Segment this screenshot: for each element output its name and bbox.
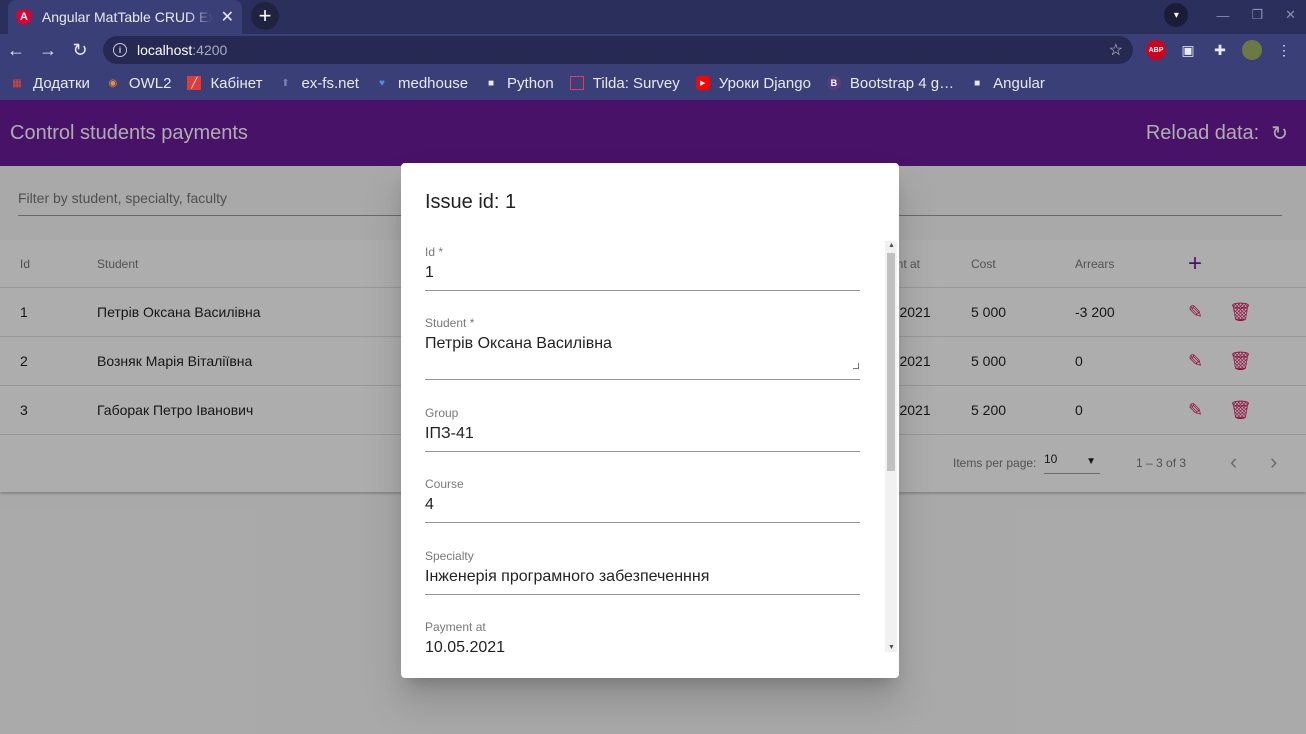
bookmark-apps[interactable]: ▦ Додатки: [10, 75, 90, 92]
student-value[interactable]: Петрів Оксана Василівна: [425, 335, 860, 353]
minimize-icon[interactable]: —: [1216, 8, 1229, 23]
forward-icon[interactable]: →: [32, 34, 64, 66]
edit-issue-dialog: Issue id: 1 Id * 1 Student * Петрів Окса…: [401, 163, 899, 678]
extensions-puzzle-icon[interactable]: ✚: [1210, 40, 1230, 60]
field-underline: [425, 379, 860, 380]
window-controls: ▾ — ❐ ✕: [1164, 0, 1296, 30]
specialty-value[interactable]: Інженерія програмного забезпеченння: [425, 568, 860, 586]
browser-toolbar: ← → ↻ i localhost:4200 ☆ ABP ▣ ✚ ⋮: [0, 34, 1306, 66]
bookmark-bootstrap[interactable]: B Bootstrap 4 g…: [826, 74, 955, 92]
adblock-icon[interactable]: ABP: [1146, 40, 1166, 60]
folder-icon: ■: [488, 77, 495, 89]
arrow-up-icon: ⬆: [281, 77, 290, 89]
apps-grid-icon: ▦: [12, 77, 22, 89]
resize-handle-icon[interactable]: [853, 363, 859, 369]
url-port: :4200: [192, 42, 228, 58]
media-icon[interactable]: ▣: [1178, 40, 1198, 60]
id-field[interactable]: Id * 1: [425, 245, 860, 291]
scroll-thumb[interactable]: [887, 253, 895, 471]
url-text: localhost:4200: [137, 42, 227, 58]
dialog-title: Issue id: 1: [425, 191, 517, 213]
bookmark-owl2[interactable]: ◉ OWL2: [106, 75, 172, 92]
youtube-icon: ▶: [695, 76, 710, 90]
close-window-icon[interactable]: ✕: [1285, 7, 1296, 23]
id-value[interactable]: 1: [425, 264, 860, 282]
bookmark-cabinet[interactable]: ╱ Кабінет: [187, 75, 262, 92]
bookmark-medhouse[interactable]: ♥ medhouse: [375, 75, 468, 92]
bookmark-label: medhouse: [397, 74, 469, 92]
angular-favicon-icon: A: [16, 9, 32, 25]
cabinet-icon: ╱: [187, 76, 202, 90]
bookmark-label: Bootstrap 4 g…: [849, 74, 955, 92]
group-label: Group: [425, 406, 459, 420]
heart-icon: ♥: [379, 77, 385, 89]
field-underline: [425, 594, 860, 595]
field-underline: [425, 290, 860, 291]
owl-icon: ◉: [108, 77, 118, 89]
course-label: Course: [425, 477, 464, 491]
bookmark-label: Tilda: Survey: [592, 74, 680, 92]
site-info-icon[interactable]: i: [113, 43, 127, 57]
dialog-content: Id * 1 Student * Петрів Оксана Василівна…: [401, 241, 899, 652]
course-value[interactable]: 4: [425, 496, 860, 514]
bootstrap-icon: B: [826, 76, 841, 90]
payment-at-field[interactable]: Payment at 10.05.2021: [425, 620, 860, 652]
maximize-icon[interactable]: ❐: [1251, 7, 1263, 23]
course-field[interactable]: Course 4: [425, 477, 860, 523]
folder-icon: ■: [974, 77, 981, 89]
bookmark-label: Angular: [993, 74, 1045, 92]
bookmark-angular[interactable]: ■ Angular: [970, 75, 1045, 92]
dialog-scrollbar[interactable]: ▲ ▼: [885, 241, 897, 652]
bookmark-exfs[interactable]: ⬆ ex-fs.net: [278, 75, 359, 92]
scroll-up-icon[interactable]: ▲: [888, 242, 895, 249]
close-tab-icon[interactable]: ✕: [221, 7, 234, 27]
field-underline: [425, 451, 860, 452]
menu-kebab-icon[interactable]: ⋮: [1274, 40, 1294, 60]
new-tab-button[interactable]: +: [251, 2, 279, 30]
extensions-area: ABP ▣ ✚ ⋮: [1146, 34, 1294, 66]
tab-title: Angular MatTable CRUD Example: [41, 9, 213, 25]
bookmark-star-icon[interactable]: ☆: [1109, 40, 1123, 60]
bookmark-label: ex-fs.net: [301, 74, 359, 92]
browser-tab[interactable]: A Angular MatTable CRUD Example ✕: [8, 0, 242, 34]
specialty-field[interactable]: Specialty Інженерія програмного забезпеч…: [425, 549, 860, 595]
student-label: Student *: [425, 316, 475, 330]
bookmark-python[interactable]: ■ Python: [484, 75, 554, 92]
bookmark-label: Додатки: [33, 74, 90, 92]
tab-search-icon[interactable]: ▾: [1164, 3, 1189, 27]
field-underline: [425, 522, 860, 523]
bookmark-label: Уроки Django: [718, 74, 811, 92]
tilda-icon: [569, 76, 584, 90]
url-host: localhost: [137, 42, 193, 58]
bookmark-label: Кабінет: [210, 74, 263, 92]
reload-page-icon[interactable]: ↻: [64, 34, 96, 66]
back-icon[interactable]: ←: [0, 34, 32, 66]
bookmark-tilda[interactable]: Tilda: Survey: [569, 74, 680, 92]
bookmark-django[interactable]: ▶ Уроки Django: [695, 74, 811, 92]
bookmark-label: Python: [507, 74, 554, 92]
group-value[interactable]: ІПЗ-41: [425, 425, 860, 443]
bookmarks-bar: ▦ Додатки ◉ OWL2 ╱ Кабінет ⬆ ex-fs.net ♥ medh…: [0, 66, 1306, 100]
bookmark-label: OWL2: [128, 74, 172, 92]
specialty-label: Specialty: [425, 549, 474, 563]
scroll-down-icon[interactable]: ▼: [888, 644, 895, 651]
browser-tab-strip: A Angular MatTable CRUD Example ✕ + ▾ — …: [0, 0, 1306, 34]
group-field[interactable]: Group ІПЗ-41: [425, 406, 860, 452]
id-label: Id *: [425, 245, 444, 259]
payment-at-label: Payment at: [425, 620, 486, 634]
payment-at-value[interactable]: 10.05.2021: [425, 639, 860, 652]
student-field[interactable]: Student * Петрів Оксана Василівна: [425, 316, 860, 380]
profile-avatar[interactable]: [1242, 40, 1262, 60]
address-bar[interactable]: i localhost:4200 ☆: [103, 36, 1133, 64]
